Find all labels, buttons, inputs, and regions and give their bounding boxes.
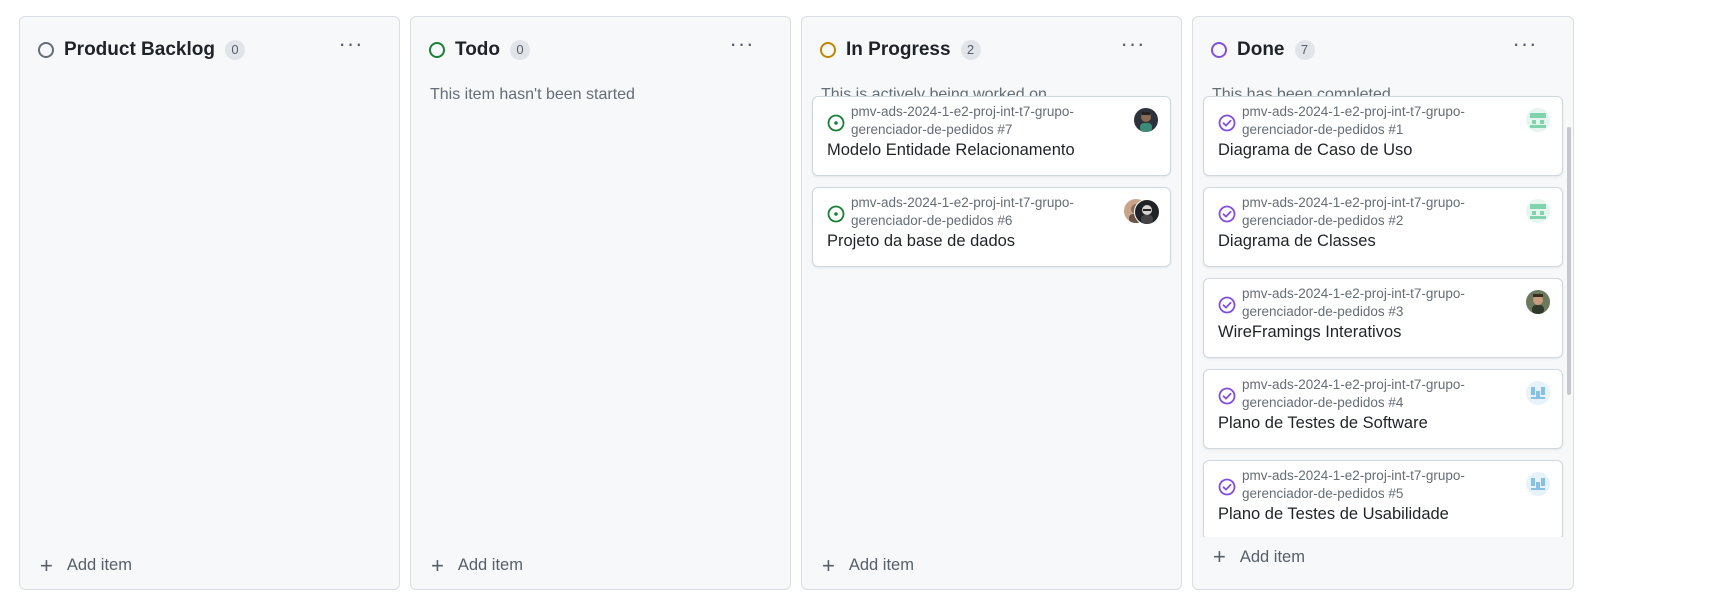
card-title[interactable]: WireFramings Interativos — [1218, 323, 1401, 342]
add-item-button[interactable]: + Add item — [1193, 537, 1573, 577]
card-list: pmv-ads-2024-1-e2-proj-int-t7-grupo-gere… — [812, 96, 1171, 278]
card-repository-link[interactable]: pmv-ads-2024-1-e2-proj-int-t7-grupo-gere… — [1242, 194, 1522, 230]
kebab-horizontal-icon: ··· — [1120, 31, 1146, 56]
identicon-avatar[interactable] — [1526, 381, 1550, 405]
column-menu-button[interactable]: ··· — [1509, 31, 1541, 61]
issue-card[interactable]: pmv-ads-2024-1-e2-proj-int-t7-grupo-gere… — [812, 96, 1171, 176]
card-list: pmv-ads-2024-1-e2-proj-int-t7-grupo-gere… — [1203, 96, 1563, 551]
project-board: Product Backlog 0 ··· + Add item Todo 0 … — [19, 16, 1574, 590]
column-description: This item hasn't been started — [430, 86, 635, 103]
card-title[interactable]: Diagrama de Classes — [1218, 232, 1376, 251]
column-title: Done — [1237, 39, 1285, 60]
kebab-horizontal-icon: ··· — [729, 31, 755, 56]
closed-issue-icon — [1218, 478, 1236, 496]
add-item-label: Add item — [848, 556, 914, 574]
user-avatar[interactable] — [1526, 290, 1550, 314]
add-item-label: Add item — [1239, 547, 1305, 566]
item-count-badge: 0 — [224, 40, 245, 60]
kebab-horizontal-icon: ··· — [1512, 31, 1538, 56]
column-title: Todo — [455, 39, 501, 60]
circle-icon — [429, 42, 445, 58]
issue-card[interactable]: pmv-ads-2024-1-e2-proj-int-t7-grupo-gere… — [1203, 369, 1563, 449]
card-repository-link[interactable]: pmv-ads-2024-1-e2-proj-int-t7-grupo-gere… — [1242, 285, 1522, 321]
card-repository-link[interactable]: pmv-ads-2024-1-e2-proj-int-t7-grupo-gere… — [851, 194, 1131, 230]
identicon-avatar[interactable] — [1526, 199, 1550, 223]
issue-card[interactable]: pmv-ads-2024-1-e2-proj-int-t7-grupo-gere… — [812, 187, 1171, 267]
plus-icon: + — [40, 552, 53, 578]
issue-card[interactable]: pmv-ads-2024-1-e2-proj-int-t7-grupo-gere… — [1203, 187, 1563, 267]
column-menu-button[interactable]: ··· — [335, 31, 367, 61]
column-done: Done 7 ··· This has been completed pmv-a… — [1192, 16, 1574, 590]
plus-icon: + — [1213, 544, 1226, 569]
add-item-label: Add item — [66, 556, 132, 574]
column-header: In Progress 2 ··· — [820, 31, 1167, 63]
vertical-scrollbar[interactable] — [1567, 127, 1571, 395]
column-product-backlog: Product Backlog 0 ··· + Add item — [19, 16, 400, 590]
add-item-label: Add item — [457, 556, 523, 574]
item-count-badge: 7 — [1294, 40, 1315, 60]
item-count-badge: 0 — [510, 40, 531, 60]
circle-icon — [1211, 42, 1227, 58]
card-title[interactable]: Projeto da base de dados — [827, 232, 1015, 251]
plus-icon: + — [431, 552, 444, 578]
closed-issue-icon — [1218, 205, 1236, 223]
column-in-progress: In Progress 2 ··· This is actively being… — [801, 16, 1182, 590]
plus-icon: + — [822, 552, 835, 578]
card-title[interactable]: Plano de Testes de Software — [1218, 414, 1428, 433]
card-repository-link[interactable]: pmv-ads-2024-1-e2-proj-int-t7-grupo-gere… — [1242, 467, 1522, 503]
column-header: Todo 0 ··· — [429, 31, 776, 63]
open-issue-icon — [827, 114, 845, 132]
user-avatar[interactable] — [1134, 108, 1158, 132]
column-todo: Todo 0 ··· This item hasn't been started… — [410, 16, 791, 590]
card-title[interactable]: Plano de Testes de Usabilidade — [1218, 505, 1449, 524]
kebab-horizontal-icon: ··· — [338, 31, 364, 56]
circle-icon — [820, 42, 836, 58]
card-repository-link[interactable]: pmv-ads-2024-1-e2-proj-int-t7-grupo-gere… — [1242, 376, 1522, 412]
card-repository-link[interactable]: pmv-ads-2024-1-e2-proj-int-t7-grupo-gere… — [1242, 103, 1522, 139]
column-title: Product Backlog — [64, 39, 215, 60]
closed-issue-icon — [1218, 296, 1236, 314]
circle-icon — [38, 42, 54, 58]
add-item-button[interactable]: + Add item — [431, 552, 523, 578]
issue-card[interactable]: pmv-ads-2024-1-e2-proj-int-t7-grupo-gere… — [1203, 460, 1563, 540]
card-title[interactable]: Diagrama de Caso de Uso — [1218, 141, 1412, 160]
add-item-button[interactable]: + Add item — [40, 552, 132, 578]
issue-card[interactable]: pmv-ads-2024-1-e2-proj-int-t7-grupo-gere… — [1203, 278, 1563, 358]
open-issue-icon — [827, 205, 845, 223]
identicon-avatar[interactable] — [1526, 472, 1550, 496]
column-menu-button[interactable]: ··· — [726, 31, 758, 61]
column-header: Done 7 ··· — [1211, 31, 1559, 63]
issue-card[interactable]: pmv-ads-2024-1-e2-proj-int-t7-grupo-gere… — [1203, 96, 1563, 176]
closed-issue-icon — [1218, 387, 1236, 405]
column-menu-button[interactable]: ··· — [1117, 31, 1149, 61]
item-count-badge: 2 — [960, 40, 981, 60]
card-title[interactable]: Modelo Entidade Relacionamento — [827, 141, 1075, 160]
card-repository-link[interactable]: pmv-ads-2024-1-e2-proj-int-t7-grupo-gere… — [851, 103, 1131, 139]
identicon-avatar[interactable] — [1526, 108, 1550, 132]
column-title: In Progress — [846, 39, 951, 60]
user-avatar[interactable] — [1134, 199, 1160, 225]
closed-issue-icon — [1218, 114, 1236, 132]
column-header: Product Backlog 0 ··· — [38, 31, 385, 63]
add-item-button[interactable]: + Add item — [822, 552, 914, 578]
